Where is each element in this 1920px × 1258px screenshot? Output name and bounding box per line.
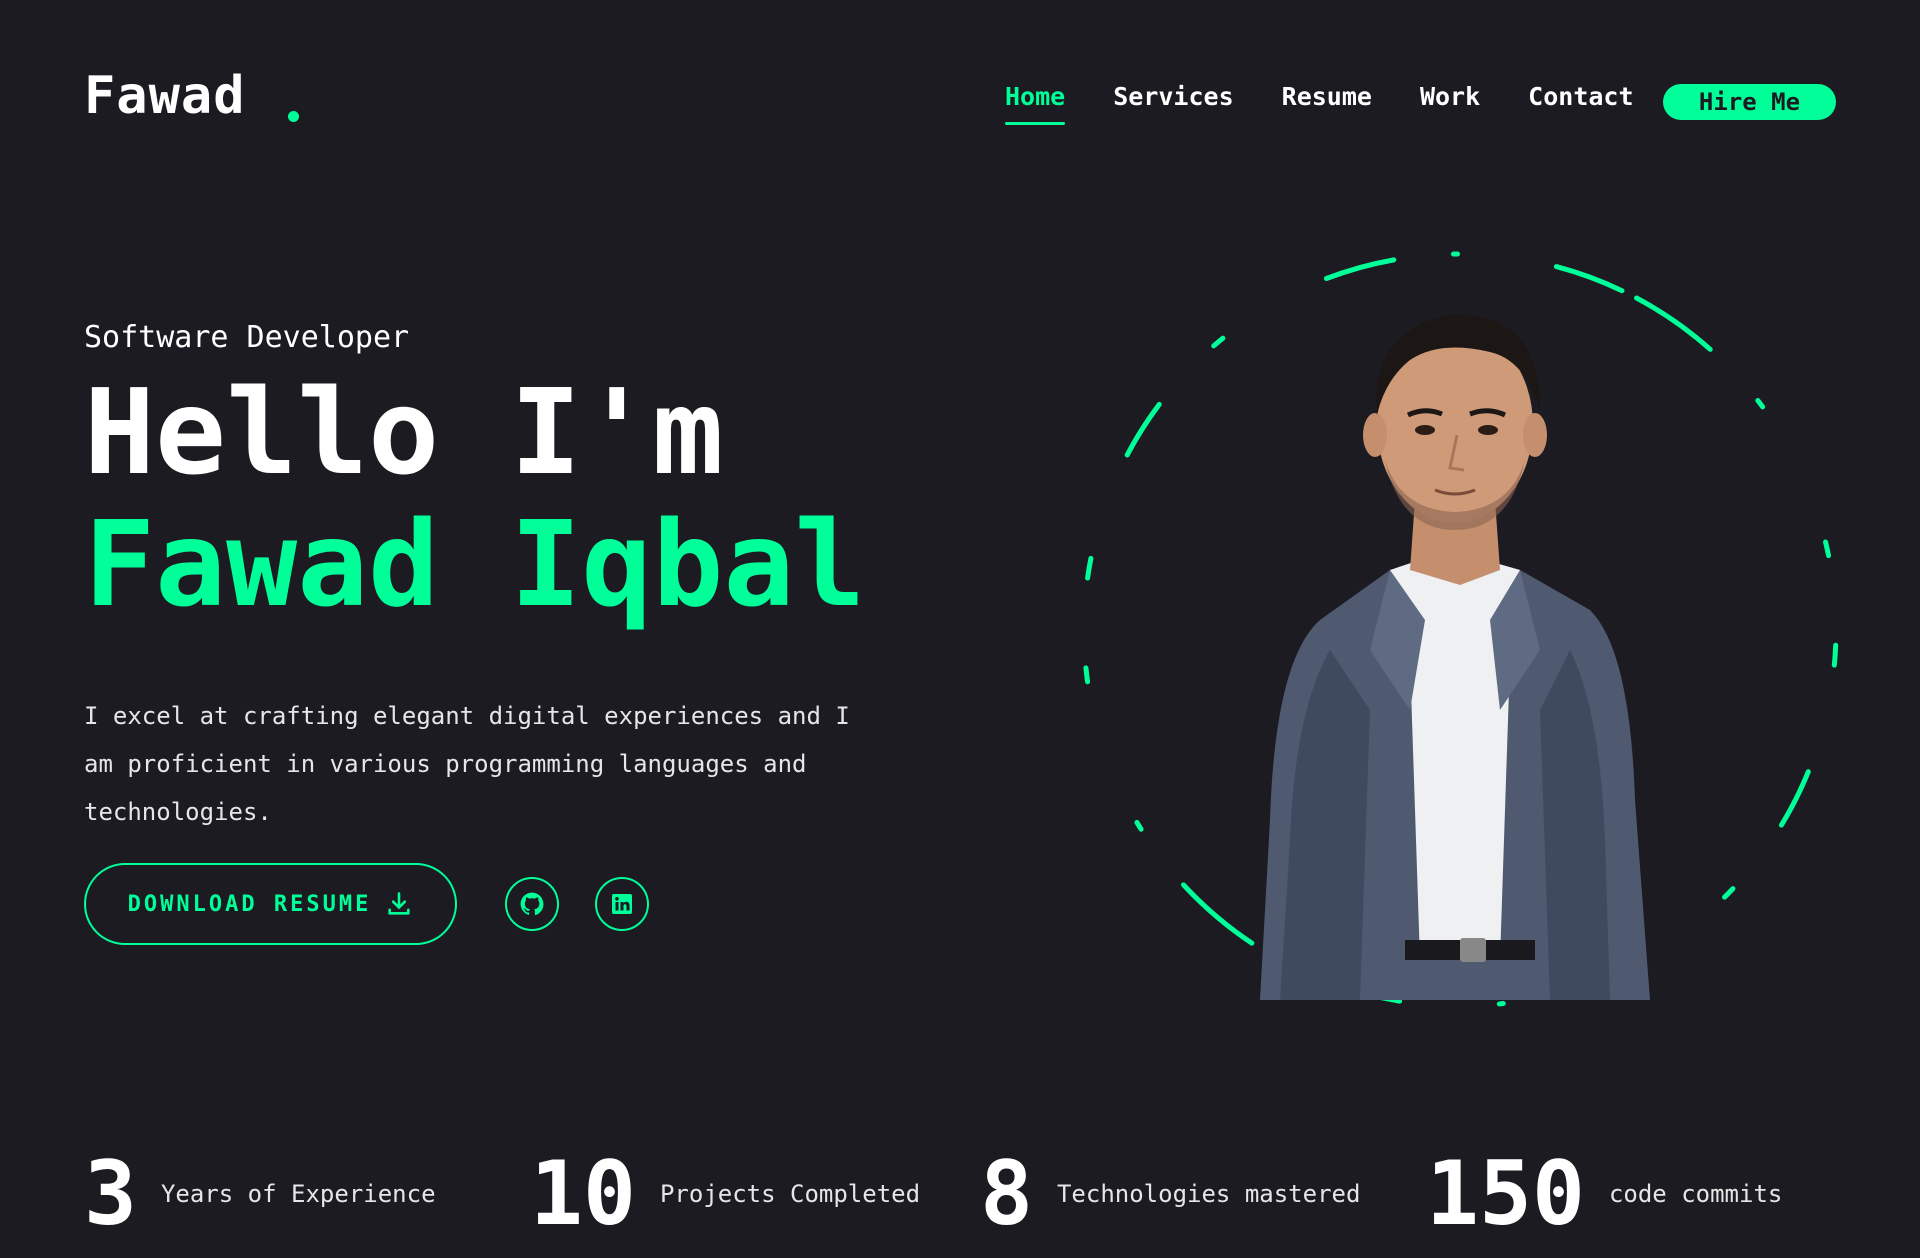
download-resume-label: DOWNLOAD RESUME bbox=[127, 891, 372, 917]
linkedin-link[interactable] bbox=[595, 877, 649, 931]
stat-value: 3 bbox=[84, 1142, 137, 1245]
stats-row: 3 Years of Experience 10 Projects Comple… bbox=[84, 1150, 1864, 1250]
nav-work[interactable]: Work bbox=[1420, 82, 1480, 111]
nav-home[interactable]: Home bbox=[1005, 82, 1066, 125]
stat-label: Years of Experience bbox=[160, 1180, 436, 1208]
stat-experience: 3 Years of Experience bbox=[84, 1150, 436, 1238]
stat-label: code commits bbox=[1608, 1180, 1783, 1208]
portrait-area bbox=[1070, 240, 1850, 1020]
nav-contact[interactable]: Contact bbox=[1528, 82, 1633, 111]
nav-resume[interactable]: Resume bbox=[1282, 82, 1372, 111]
intro-text: I excel at crafting elegant digital expe… bbox=[84, 702, 850, 826]
download-resume-button[interactable]: DOWNLOAD RESUME bbox=[84, 863, 457, 945]
stat-projects: 10 Projects Completed bbox=[530, 1150, 920, 1238]
github-icon bbox=[519, 891, 545, 917]
stat-commits: 150 code commits bbox=[1426, 1150, 1782, 1238]
stat-value: 10 bbox=[530, 1142, 636, 1245]
page: Fawad Home Services Resume Work Contact … bbox=[0, 0, 1920, 1258]
logo-dot bbox=[288, 111, 299, 122]
site-logo[interactable]: Fawad bbox=[84, 66, 246, 126]
portrait-photo bbox=[1260, 314, 1650, 1000]
linkedin-icon bbox=[610, 892, 634, 916]
nav-services[interactable]: Services bbox=[1113, 82, 1233, 111]
name-heading: Fawad Iqbal bbox=[84, 495, 866, 633]
stat-label: Technologies mastered bbox=[1056, 1180, 1361, 1208]
greeting-heading: Hello I'm bbox=[84, 363, 724, 501]
stat-value: 150 bbox=[1426, 1142, 1585, 1245]
role-title: Software Developer bbox=[84, 320, 410, 355]
github-link[interactable] bbox=[505, 877, 559, 931]
main-nav: Home Services Resume Work Contact bbox=[1005, 82, 1682, 125]
stat-technologies: 8 Technologies mastered bbox=[980, 1150, 1360, 1238]
stat-label: Projects Completed bbox=[659, 1180, 921, 1208]
hire-me-button[interactable]: Hire Me bbox=[1663, 84, 1836, 120]
stat-value: 8 bbox=[980, 1142, 1033, 1245]
download-icon bbox=[385, 890, 413, 918]
